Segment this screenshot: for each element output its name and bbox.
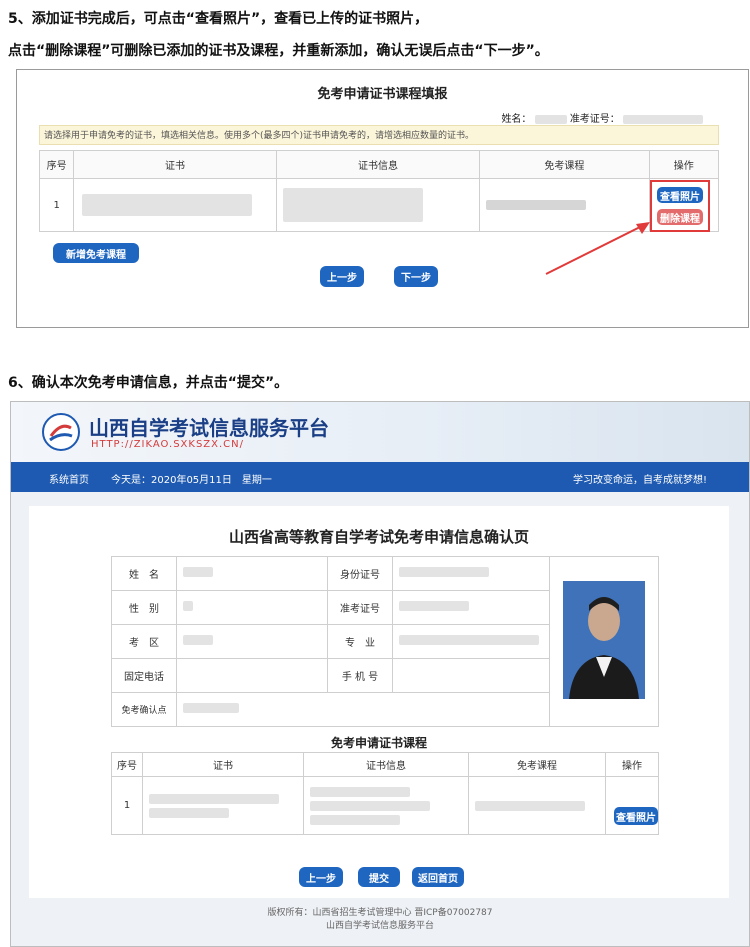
view-photo-button[interactable]: 查看照片: [614, 807, 658, 825]
ticket-number-redacted: [399, 601, 469, 611]
applicant-info: 姓名： 准考证号：: [501, 110, 703, 125]
ticket-number-label: 准考证号: [327, 590, 393, 625]
major-value: [392, 624, 550, 659]
area-value: [176, 624, 328, 659]
footer: 版权所有：山西省招生考试管理中心 晋ICP备07002787 山西自学考试信息服…: [11, 907, 749, 933]
gender-redacted: [183, 601, 193, 611]
id-number-redacted: [399, 567, 489, 577]
name-value-redacted: [534, 114, 567, 124]
nav-bar: 系统首页 今天是：2020年05月11日 星期一 学习改变命运，自考成就梦想!: [11, 462, 749, 492]
certificate-redacted: [149, 807, 229, 818]
course-section-title: 免考申请证书课程: [330, 736, 427, 750]
column-header: 证书信息: [275, 150, 481, 179]
applicant-photo-icon: [563, 581, 645, 699]
step5-instruction-line1: 5、添加证书完成后，可点击“查看照片”，查看已上传的证书照片，: [8, 11, 429, 27]
shanxi-exam-logo-icon: [42, 413, 80, 451]
column-header: 证书信息: [303, 752, 469, 777]
confirm-point-label: 免考确认点: [111, 692, 177, 727]
column-header: 操作: [648, 150, 720, 179]
return-home-button[interactable]: 返回首页: [412, 867, 464, 887]
application-form-screenshot: 免考申请证书课程填报 姓名： 准考证号： 请选择用于申请免考的证书，填选相关信息…: [16, 69, 749, 328]
certificate-info-cell: [303, 776, 469, 835]
major-redacted: [399, 635, 539, 645]
certificate-redacted: [149, 793, 279, 804]
application-form-title: 免考申请证书课程填报: [317, 87, 448, 102]
area-redacted: [183, 635, 213, 645]
confirmation-title: 山西省高等教育自学考试免考申请信息确认页: [228, 528, 529, 546]
next-step-button[interactable]: 下一步: [394, 266, 438, 287]
site-title: 山西自学考试信息服务平台: [89, 416, 329, 440]
table-header-row: 序号 证书 证书信息 免考课程 操作: [111, 752, 659, 777]
certificate-info-cell: [275, 178, 481, 232]
view-photo-button[interactable]: 查看照片: [657, 187, 703, 203]
exempt-course-redacted: [486, 200, 587, 210]
exempt-course-redacted: [475, 800, 585, 811]
add-exempt-course-button[interactable]: 新增免考课程: [53, 243, 139, 263]
prev-step-button[interactable]: 上一步: [320, 266, 364, 287]
certificate-info-redacted: [310, 800, 430, 811]
certificate-info-redacted: [310, 814, 400, 825]
site-banner: 山西自学考试信息服务平台 HTTP://ZIKAO.SXKSZX.CN/: [11, 402, 749, 462]
ticket-number-value: [392, 590, 550, 625]
column-header: 免考课程: [468, 752, 606, 777]
phone-value: [176, 658, 328, 693]
ticket-label: 准考证号：: [569, 114, 620, 125]
major-label: 专 业: [327, 624, 393, 659]
name-label: 姓 名: [111, 556, 177, 591]
row-index: 1: [38, 178, 75, 232]
actions-cell: [605, 776, 659, 835]
gender-value: [176, 590, 328, 625]
phone-label: 固定电话: [111, 658, 177, 693]
certificate-info-redacted: [282, 188, 423, 222]
confirm-point-value: [176, 692, 550, 727]
gender-label: 性 别: [111, 590, 177, 625]
name-value: [176, 556, 328, 591]
photo-cell: [549, 556, 659, 727]
area-label: 考 区: [111, 624, 177, 659]
confirmation-page-screenshot: 山西自学考试信息服务平台 HTTP://ZIKAO.SXKSZX.CN/ 系统首…: [10, 401, 750, 947]
submit-button[interactable]: 提交: [358, 867, 400, 887]
nav-home-link[interactable]: 系统首页: [49, 471, 89, 486]
ticket-value-redacted: [623, 114, 703, 124]
delete-course-button[interactable]: 删除课程: [657, 209, 703, 225]
table-header-row: 序号 证书 证书信息 免考课程 操作: [38, 150, 720, 179]
column-header: 证书: [142, 752, 304, 777]
column-header: 序号: [38, 150, 75, 179]
table-row: 1: [111, 776, 659, 835]
step5-instruction-line2: 点击“删除课程”可删除已添加的证书及课程，并重新添加，确认无误后点击“下一步”。: [8, 43, 549, 59]
column-header: 免考课程: [479, 150, 650, 179]
site-url: HTTP://ZIKAO.SXKSZX.CN/: [91, 439, 245, 450]
column-header: 序号: [111, 752, 143, 777]
id-number-value: [392, 556, 550, 591]
column-header: 操作: [605, 752, 659, 777]
confirm-point-redacted: [183, 703, 239, 713]
exempt-course-cell: [468, 776, 606, 835]
notice-bar: 请选择用于申请免考的证书，填选相关信息。使用多个(最多四个)证书申请免考的，请增…: [39, 125, 719, 145]
course-table: 序号 证书 证书信息 免考课程 操作 1: [111, 752, 659, 835]
name-redacted: [183, 567, 213, 577]
mobile-value: [392, 658, 550, 693]
id-number-label: 身份证号: [327, 556, 393, 591]
prev-step-button[interactable]: 上一步: [299, 867, 343, 887]
step6-instruction: 6、确认本次免考申请信息，并点击“提交”。: [8, 375, 289, 391]
certificate-cell: [142, 776, 304, 835]
info-row: 姓 名 身份证号: [111, 556, 659, 727]
row-index: 1: [111, 776, 143, 835]
certificate-cell: [73, 178, 277, 232]
footer-platform-name: 山西自学考试信息服务平台: [325, 921, 434, 931]
mobile-label: 手 机 号: [327, 658, 393, 693]
footer-copyright: 版权所有：山西省招生考试管理中心 晋ICP备07002787: [267, 908, 493, 918]
column-header: 证书: [73, 150, 277, 179]
nav-slogan: 学习改变命运，自考成就梦想!: [572, 475, 707, 486]
certificate-info-redacted: [310, 786, 410, 797]
certificate-redacted: [82, 194, 253, 216]
name-label: 姓名：: [501, 114, 532, 125]
confirmation-card: 山西省高等教育自学考试免考申请信息确认页 姓 名 身份证号 性 别 准考证号 考…: [29, 506, 729, 898]
applicant-info-table: 姓 名 身份证号 性 别 准考证号 考 区 专 业 固定电话 手 机 号 免考确…: [111, 556, 659, 727]
red-pointer-arrow-icon: [545, 222, 650, 275]
nav-date: 今天是：2020年05月11日 星期一: [111, 475, 272, 486]
